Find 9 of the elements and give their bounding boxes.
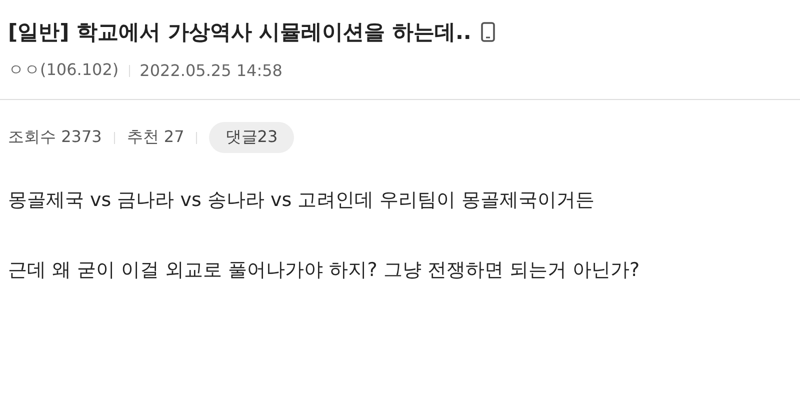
post-date: 2022.05.25 14:58: [140, 61, 282, 80]
post-title: [일반] 학교에서 가상역사 시뮬레이션을 하는데..: [8, 19, 472, 46]
mobile-phone-icon: [481, 22, 496, 42]
view-count: 조회수 2373: [8, 127, 102, 148]
recommend-count: 추천 27: [126, 127, 184, 148]
comment-count-button[interactable]: 댓글23: [209, 122, 294, 153]
author-name[interactable]: ㅇㅇ(106.102): [8, 60, 119, 81]
post-paragraph: 몽골제국 vs 금나라 vs 송나라 vs 고려인데 우리팀이 몽골제국이거든: [8, 188, 596, 213]
post-paragraph: 근데 왜 굳이 이걸 외교로 풀어나가야 하지? 그냥 전쟁하면 되는거 아닌가?: [8, 258, 641, 283]
